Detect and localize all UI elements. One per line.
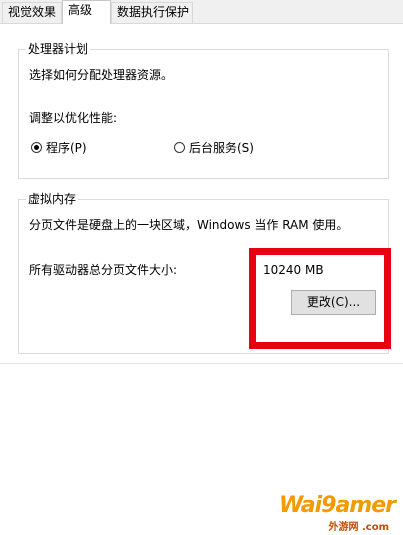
tab-label: 高级	[68, 3, 93, 17]
virtual-memory-description: 分页文件是硬盘上的一块区域，Windows 当作 RAM 使用。	[29, 218, 349, 232]
radio-background-services[interactable]: 后台服务(S)	[174, 139, 254, 156]
virtual-memory-group: 虚拟内存 分页文件是硬盘上的一块区域，Windows 当作 RAM 使用。 所有…	[18, 191, 389, 354]
change-virtual-memory-button[interactable]: 更改(C)...	[291, 290, 376, 315]
radio-programs-label: 程序(P)	[46, 141, 87, 155]
processor-scheduling-title: 处理器计划	[26, 41, 91, 57]
processor-scheduling-group: 处理器计划 选择如何分配处理器资源。 调整以优化性能: 程序(P) 后台服务(S…	[18, 41, 389, 179]
radio-background-services-indicator[interactable]	[174, 142, 185, 153]
total-paging-file-label: 所有驱动器总分页文件大小:	[29, 263, 178, 277]
virtual-memory-title: 虚拟内存	[26, 191, 79, 207]
watermark-main-text: Wai9amer	[278, 493, 396, 518]
tab-label: 数据执行保护	[117, 5, 190, 19]
watermark-sub-text: 外游网 .com	[328, 522, 390, 533]
tab-data-execution-prevention[interactable]: 数据执行保护	[111, 2, 193, 23]
tab-label: 视觉效果	[8, 5, 57, 19]
bottom-divider	[0, 363, 403, 364]
radio-programs-indicator[interactable]	[31, 142, 42, 153]
watermark-logo: Wai9amer 外游网 .com	[279, 493, 399, 533]
tab-visual-effects[interactable]: 视觉效果	[2, 2, 62, 23]
advanced-panel: 处理器计划 选择如何分配处理器资源。 调整以优化性能: 程序(P) 后台服务(S…	[0, 24, 403, 535]
radio-background-services-label: 后台服务(S)	[189, 141, 254, 155]
processor-description: 选择如何分配处理器资源。	[29, 68, 174, 82]
tab-advanced[interactable]: 高级	[62, 0, 111, 24]
adjust-performance-label: 调整以优化性能:	[29, 111, 118, 125]
radio-programs[interactable]: 程序(P)	[31, 139, 87, 156]
tab-bar: 视觉效果 高级 数据执行保护	[0, 0, 403, 24]
total-paging-file-value: 10240 MB	[263, 263, 324, 277]
